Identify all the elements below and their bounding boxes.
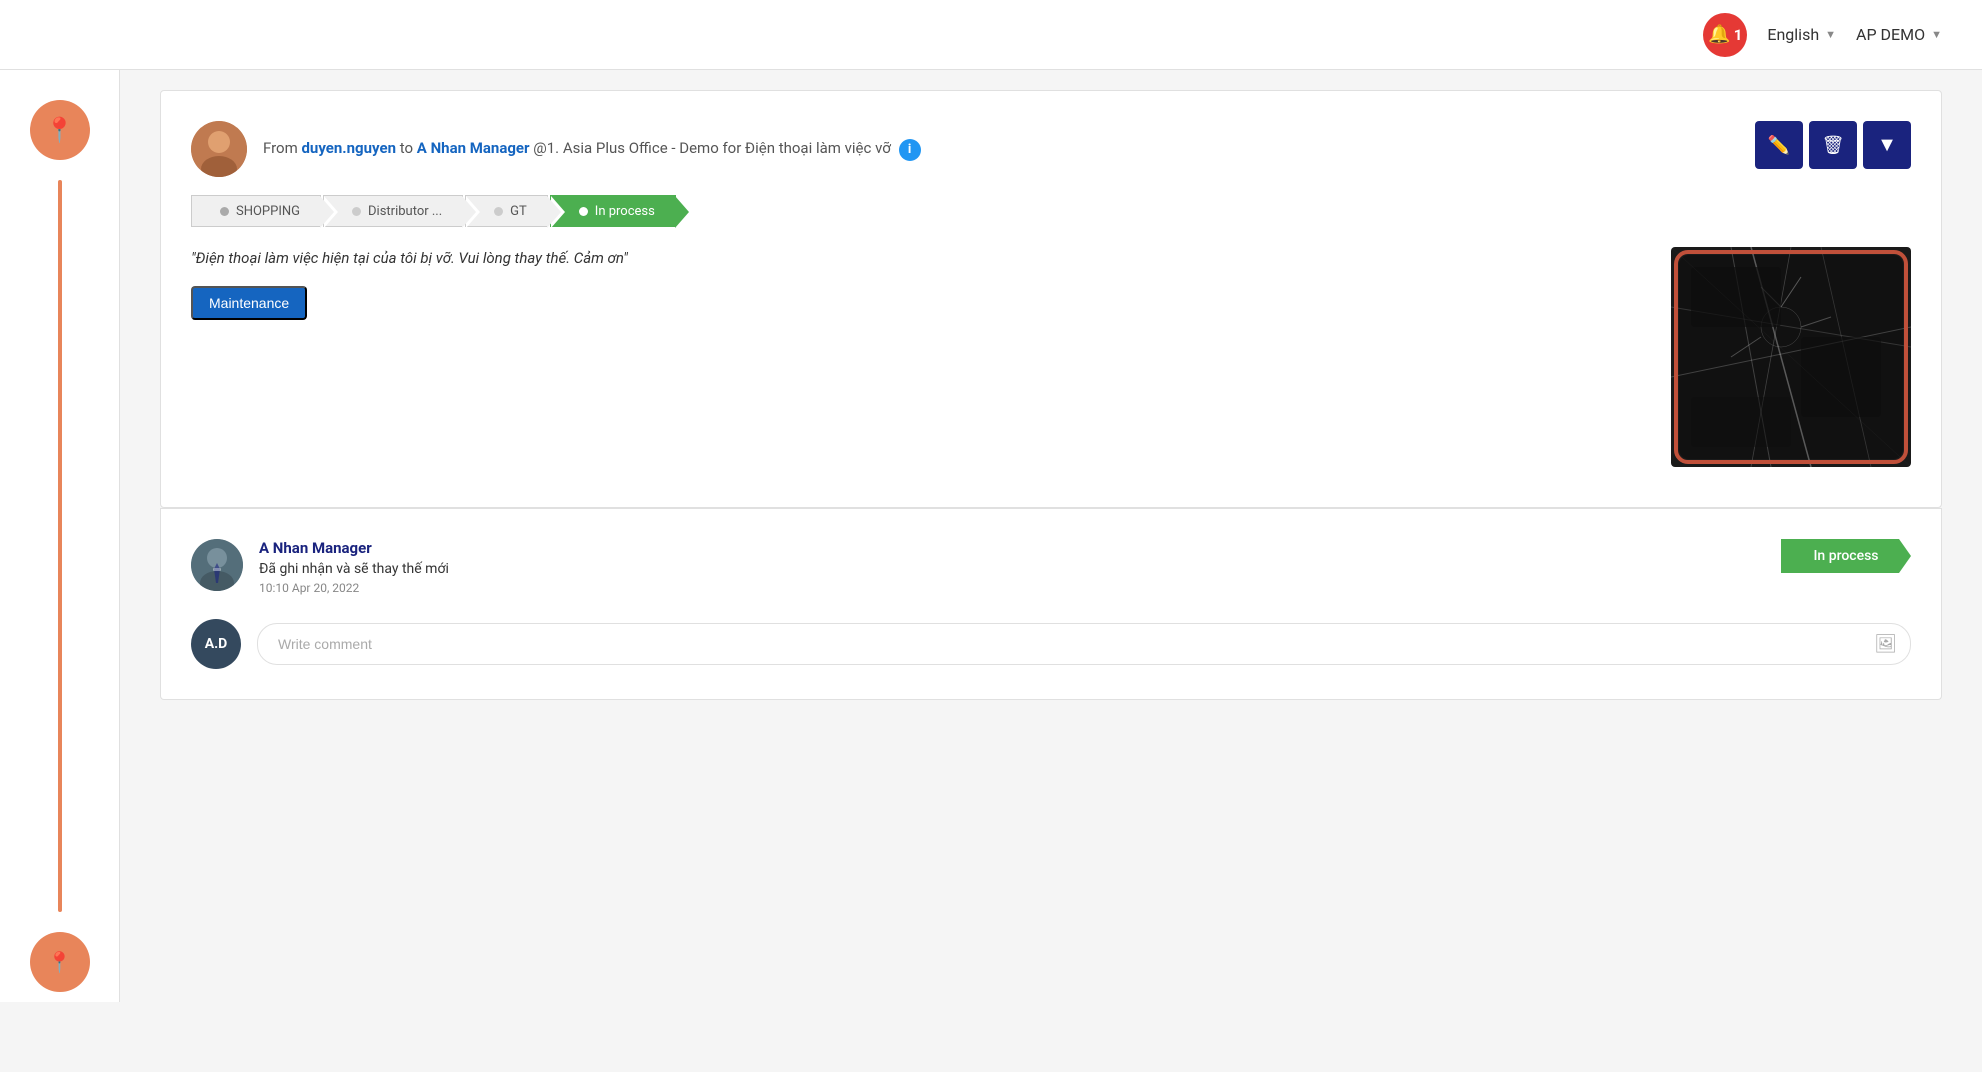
comment-text: Đã ghi nhận và sẽ thay thế mới (259, 561, 449, 577)
pipeline-label-in-process: In process (595, 204, 655, 219)
timeline-line (58, 180, 62, 912)
ticket-text-section: "Điện thoại làm việc hiện tại của tôi bị… (191, 247, 1651, 320)
pipeline: SHOPPING Distributor ... GT In process (191, 195, 1911, 227)
ticket-from: From duyen.nguyen to A Nhan Manager @1. … (191, 121, 1755, 177)
sender-avatar (191, 121, 247, 177)
language-dropdown-arrow: ▼ (1825, 28, 1836, 41)
comment-item: A Nhan Manager Đã ghi nhận và sẽ thay th… (191, 539, 1911, 595)
pipeline-step-shopping[interactable]: SHOPPING (191, 195, 321, 227)
comment-card: A Nhan Manager Đã ghi nhận và sẽ thay th… (160, 509, 1942, 700)
pipeline-dot-distributor (352, 207, 361, 216)
ticket-image-thumbnail[interactable] (1671, 247, 1911, 467)
comment-input-row: A.D 🖼 (191, 619, 1911, 669)
page-wrapper: 📍 📍 From (0, 70, 1982, 1002)
current-user-avatar: A.D (191, 619, 241, 669)
delete-button[interactable]: 🗑 (1809, 121, 1857, 169)
info-icon[interactable]: i (899, 139, 921, 161)
user-menu[interactable]: AP DEMO ▼ (1856, 25, 1942, 44)
user-label: AP DEMO (1856, 25, 1925, 44)
pipeline-label-gt: GT (510, 204, 527, 219)
maintenance-tag[interactable]: Maintenance (191, 286, 307, 320)
content-area: From duyen.nguyen to A Nhan Manager @1. … (120, 70, 1982, 1002)
comment-input-wrapper: 🖼 (257, 623, 1911, 665)
language-label: English (1767, 25, 1819, 44)
edit-button[interactable]: ✏️ (1755, 121, 1803, 169)
image-icon: 🖼 (1874, 634, 1897, 654)
ticket-meta: From duyen.nguyen to A Nhan Manager @1. … (263, 137, 921, 160)
pipeline-dot-gt (494, 207, 503, 216)
location-pin-icon: 📍 (45, 116, 75, 144)
pipeline-label-shopping: SHOPPING (236, 204, 300, 219)
notification-count: 1 (1734, 26, 1743, 44)
more-button[interactable]: ▼ (1863, 121, 1911, 169)
comment-status-badge: In process (1781, 539, 1911, 573)
pipeline-step-gt[interactable]: GT (465, 195, 548, 227)
ticket-card: From duyen.nguyen to A Nhan Manager @1. … (160, 90, 1942, 508)
at-ref: @1. Asia Plus Office - Demo for Điện tho… (533, 139, 891, 157)
ticket-header: From duyen.nguyen to A Nhan Manager @1. … (191, 121, 1911, 177)
sidebar: 📍 📍 (0, 70, 120, 1002)
edit-icon: ✏️ (1768, 135, 1790, 156)
current-user-initials: A.D (205, 636, 228, 652)
pipeline-dot-in-process (579, 207, 588, 216)
image-upload-button[interactable]: 🖼 (1874, 634, 1897, 655)
from-label: From (263, 139, 298, 157)
sender-name: duyen.nguyen (301, 139, 396, 157)
comment-left: A Nhan Manager Đã ghi nhận và sẽ thay th… (191, 539, 449, 595)
recipient-name: A Nhan Manager (417, 139, 530, 157)
ticket-body: "Điện thoại làm việc hiện tại của tôi bị… (191, 247, 1911, 467)
user-dropdown-arrow: ▼ (1931, 28, 1942, 41)
navbar: 🔔 1 English ▼ AP DEMO ▼ (0, 0, 1982, 70)
comment-author-name: A Nhan Manager (259, 539, 449, 557)
comment-content: A Nhan Manager Đã ghi nhận và sẽ thay th… (259, 539, 449, 595)
sidebar-location-icon[interactable]: 📍 (30, 100, 90, 160)
chevron-down-icon: ▼ (1877, 134, 1897, 157)
comment-author-avatar (191, 539, 243, 591)
bell-icon: 🔔 (1708, 24, 1730, 45)
pipeline-step-in-process[interactable]: In process (550, 195, 676, 227)
ticket-quote: "Điện thoại làm việc hiện tại của tôi bị… (191, 247, 1651, 270)
pipeline-label-distributor: Distributor ... (368, 204, 442, 219)
comment-timestamp: 10:10 Apr 20, 2022 (259, 581, 449, 595)
ticket-actions: ✏️ 🗑 ▼ (1755, 121, 1911, 169)
pipeline-step-distributor[interactable]: Distributor ... (323, 195, 463, 227)
comment-input[interactable] (257, 623, 1911, 665)
language-selector[interactable]: English ▼ (1767, 25, 1836, 44)
trash-icon: 🗑 (1822, 135, 1845, 156)
notification-bell[interactable]: 🔔 1 (1703, 13, 1747, 57)
bottom-icon: 📍 (47, 950, 72, 974)
pipeline-dot-shopping (220, 207, 229, 216)
to-label: to (400, 139, 413, 157)
sidebar-bottom-icon[interactable]: 📍 (30, 932, 90, 992)
